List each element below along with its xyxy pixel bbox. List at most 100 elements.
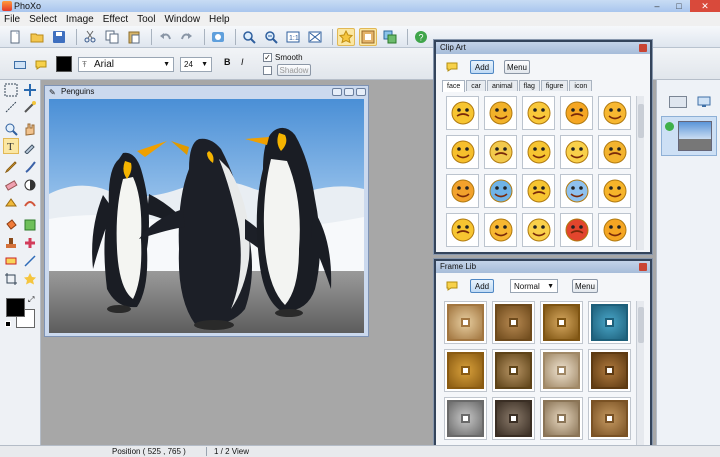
cut-button[interactable] [81,28,99,46]
swap-colors-icon[interactable]: ⤢ [28,295,34,305]
clipart-item[interactable] [560,174,593,208]
capture-button[interactable] [209,28,227,46]
clipart-item[interactable] [522,174,555,208]
text-balloon-button[interactable] [33,58,49,72]
clipart-item[interactable] [446,96,479,130]
layer-item[interactable] [661,116,717,156]
layer-visible-icon[interactable] [665,122,674,131]
image-minimize-button[interactable] [332,88,342,96]
copy-button[interactable] [103,28,121,46]
frame-item[interactable] [588,397,631,440]
clipart-item[interactable] [598,174,631,208]
tab-face[interactable]: face [442,80,466,92]
frame-item[interactable] [444,349,487,392]
menu-file[interactable]: File [4,14,20,25]
heal-tool-icon[interactable] [23,236,37,250]
clipart-item[interactable] [560,96,593,130]
smudge-tool-icon[interactable] [23,196,37,210]
clipart-item[interactable] [522,96,555,130]
clipart-titlebar[interactable]: Clip Art [436,42,650,54]
framelib-toggle-button[interactable] [359,27,377,46]
font-size-select[interactable]: 24 ▼ [180,57,212,72]
framelib-add-button[interactable]: Add [470,279,494,293]
clipart-item[interactable] [598,96,631,130]
clipart-scrollbar[interactable] [636,96,644,250]
new-file-button[interactable] [6,28,24,46]
reset-colors-icon[interactable] [5,321,11,327]
history-panel-button[interactable] [669,96,687,108]
clipart-item[interactable] [484,96,517,130]
clipart-item[interactable] [560,213,593,247]
image-maximize-button[interactable] [344,88,354,96]
lasso-tool-icon[interactable] [4,100,18,114]
clipart-item[interactable] [446,135,479,169]
maximize-button[interactable]: □ [668,0,690,12]
stamp-tool-icon[interactable] [4,236,18,250]
tab-icon[interactable]: icon [569,80,593,91]
image-window-titlebar[interactable]: ✎ Penguins [47,86,366,98]
clipart-item[interactable] [598,135,631,169]
tab-animal[interactable]: animal [486,80,518,91]
tab-flag[interactable]: flag [518,80,540,91]
menu-window[interactable]: Window [164,14,200,25]
tab-car[interactable]: car [466,80,486,91]
blend-mode-select[interactable]: Normal ▼ [510,279,558,293]
line-tool-icon[interactable] [23,254,37,268]
layers-button[interactable] [381,28,399,46]
clipart-item[interactable] [598,213,631,247]
crop-tool-icon[interactable] [4,272,18,286]
clipart-add-button[interactable]: Add [470,60,494,74]
zoom-in-button[interactable] [240,28,258,46]
clone-tool-icon[interactable] [4,196,18,210]
bold-button[interactable]: B [224,57,231,67]
close-icon[interactable] [639,263,647,271]
undo-button[interactable] [156,28,174,46]
text-tool-button[interactable]: T [3,138,19,154]
menu-help[interactable]: Help [209,14,230,25]
frame-item[interactable] [540,349,583,392]
brush-tool-icon[interactable] [23,160,37,174]
clipart-item[interactable] [484,174,517,208]
framelib-menu-button[interactable]: Menu [572,279,598,293]
shadow-checkbox[interactable] [263,66,272,75]
clipart-item[interactable] [484,213,517,247]
fit-window-button[interactable] [306,28,324,46]
text-horizontal-button[interactable] [12,58,28,72]
eraser-tool-icon[interactable] [4,178,18,192]
clipart-item[interactable] [484,135,517,169]
monitor-icon[interactable] [697,96,711,108]
rectangle-tool-icon[interactable] [4,254,18,268]
close-button[interactable]: ✕ [690,0,720,12]
frame-item[interactable] [540,397,583,440]
eyedropper-tool-icon[interactable] [23,140,37,154]
menu-select[interactable]: Select [29,14,57,25]
frame-item[interactable] [444,301,487,344]
hand-tool-icon[interactable] [23,122,37,136]
tab-figure[interactable]: figure [540,80,569,91]
framelib-titlebar[interactable]: Frame Lib [436,261,650,273]
open-button[interactable] [28,28,46,46]
clipart-item[interactable] [446,213,479,247]
actual-size-button[interactable]: 1:1 [284,28,302,46]
image-close-button[interactable] [356,88,366,96]
italic-button[interactable]: I [241,57,244,67]
penguins-photo[interactable] [49,99,364,333]
effect-tool-icon[interactable] [23,272,37,286]
gradient-tool-icon[interactable] [23,218,37,232]
frame-item[interactable] [492,301,535,344]
menu-image[interactable]: Image [66,14,94,25]
zoom-out-button[interactable] [262,28,280,46]
menu-effect[interactable]: Effect [103,14,128,25]
contrast-tool-icon[interactable] [23,178,37,192]
frame-item[interactable] [444,397,487,440]
clipart-toggle-button[interactable] [337,27,355,46]
magic-wand-tool-icon[interactable] [23,100,37,114]
clipart-item[interactable] [522,213,555,247]
redo-button[interactable] [178,28,196,46]
close-icon[interactable] [639,44,647,52]
save-button[interactable] [50,28,68,46]
minimize-button[interactable]: – [646,0,668,12]
text-color-swatch[interactable] [56,56,72,72]
frame-item[interactable] [588,301,631,344]
zoom-tool-icon[interactable] [4,122,18,136]
